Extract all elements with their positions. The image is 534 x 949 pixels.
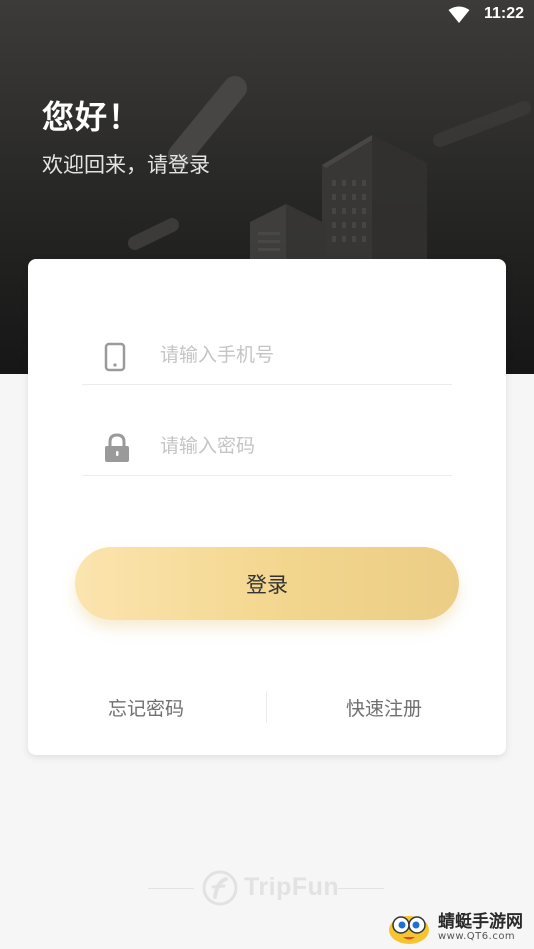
tripfun-logo-icon [202, 870, 238, 906]
site-watermark: 蜻蜓手游网 www.QT6.com [386, 904, 532, 948]
status-time: 11:22 [483, 5, 524, 22]
welcome-subtitle: 欢迎回来，请登录 [42, 153, 210, 177]
greeting-title: 您好！ [42, 98, 142, 136]
brand-name: TripFun [244, 873, 340, 901]
login-button[interactable]: 登录 [75, 547, 459, 620]
wifi-icon [448, 6, 470, 23]
phone-icon [104, 342, 126, 372]
phone-field[interactable] [82, 325, 452, 385]
dragonfly-mascot-icon [389, 916, 429, 944]
password-field[interactable] [82, 416, 452, 476]
lock-icon [105, 433, 129, 462]
brand-divider-left [148, 888, 194, 889]
brand-footer: TripFun [148, 868, 384, 908]
watermark-name: 蜻蜓手游网 [438, 912, 523, 932]
account-links: 忘记密码 快速注册 [28, 687, 506, 727]
login-card: 登录 忘记密码 快速注册 [28, 259, 506, 755]
links-divider [266, 691, 267, 723]
quick-register-link[interactable]: 快速注册 [346, 694, 422, 721]
watermark-url: www.QT6.com [438, 931, 516, 942]
password-input[interactable] [160, 428, 440, 464]
phone-input[interactable] [160, 337, 440, 373]
forgot-password-link[interactable]: 忘记密码 [108, 694, 184, 721]
brand-divider-right [338, 888, 384, 889]
status-bar: 11:22 [0, 0, 534, 30]
